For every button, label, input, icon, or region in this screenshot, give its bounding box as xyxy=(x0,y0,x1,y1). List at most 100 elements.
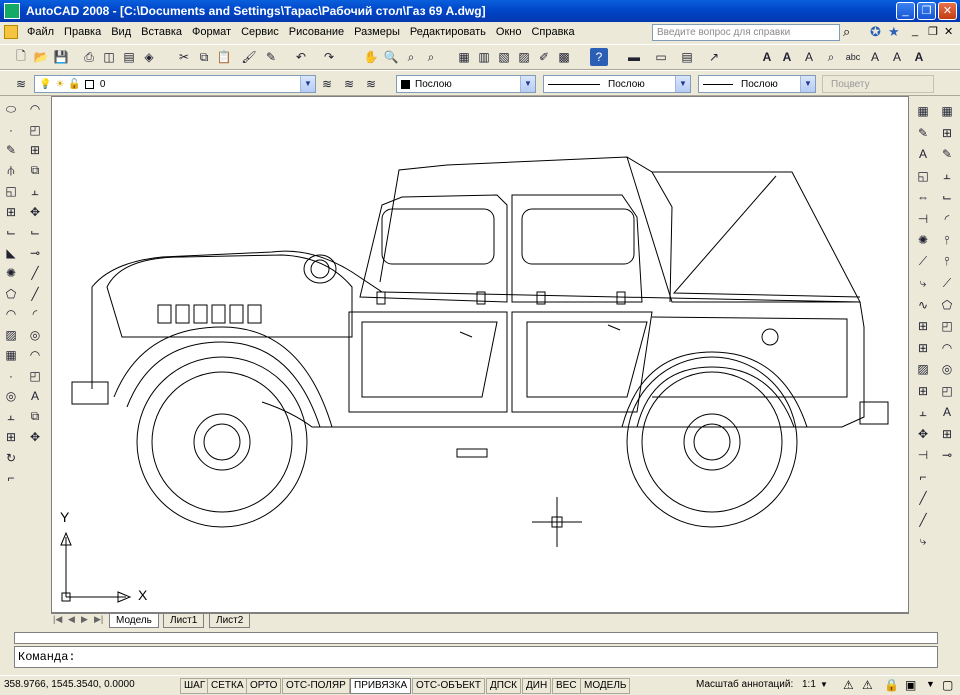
publish-icon[interactable]: ▤ xyxy=(120,48,138,66)
dim-aligned-icon[interactable]: ✎ xyxy=(914,124,932,142)
dim-jogged-icon[interactable]: ⊣ xyxy=(914,210,932,228)
tangent-icon[interactable]: ⬠ xyxy=(938,296,956,314)
table-style-tb-icon[interactable]: ▤ xyxy=(678,48,696,66)
dim-radius-icon[interactable]: ⇔ xyxy=(914,188,932,206)
menu-modify[interactable]: Редактировать xyxy=(405,26,491,38)
coordinates-readout[interactable]: 358.9766, 1545.3540, 0.0000 xyxy=(4,679,135,690)
line-icon[interactable]: ⬭ xyxy=(2,100,20,118)
zoom-realtime-icon[interactable]: 🔍 xyxy=(382,48,400,66)
tool-palettes-icon[interactable]: ▧ xyxy=(495,48,513,66)
dim-update-icon[interactable]: ╱ xyxy=(914,511,932,529)
dim-ordinate-icon[interactable]: ◱ xyxy=(914,167,932,185)
circle-icon[interactable]: ⌙ xyxy=(2,223,20,241)
extension-icon[interactable]: ⫯ xyxy=(938,231,956,249)
dim-style-icon[interactable]: ⤷ xyxy=(914,532,932,550)
chevron-down-icon[interactable]: ▼ xyxy=(300,76,315,92)
lock-icon[interactable]: 🔒 xyxy=(884,678,899,692)
erase-icon[interactable]: ◠ xyxy=(26,100,44,118)
insert-snap-icon[interactable]: ◎ xyxy=(938,360,956,378)
tab-nav-last-icon[interactable]: ▶| xyxy=(94,614,103,625)
open-icon[interactable]: 📂 xyxy=(32,48,50,66)
polyline-icon[interactable]: ✎ xyxy=(2,141,20,159)
tab-layout1[interactable]: Лист1 xyxy=(163,614,205,628)
favorites-icon[interactable]: ★ xyxy=(888,24,900,40)
model-toggle[interactable]: МОДЕЛЬ xyxy=(580,678,631,694)
node-icon[interactable]: ◰ xyxy=(938,382,956,400)
extend-icon[interactable]: ◜ xyxy=(26,305,44,323)
lwt-toggle[interactable]: ВЕС xyxy=(552,678,581,694)
parallel-icon[interactable]: ◠ xyxy=(938,339,956,357)
table-icon[interactable]: ↻ xyxy=(2,449,20,467)
tab-nav-prev-icon[interactable]: ◀ xyxy=(68,614,75,625)
menu-dimension[interactable]: Размеры xyxy=(349,26,405,38)
scale-text-icon[interactable]: A xyxy=(866,48,884,66)
properties-icon[interactable]: ▦ xyxy=(455,48,473,66)
sheet-set-icon[interactable]: ▨ xyxy=(515,48,533,66)
dim-linear-icon[interactable]: ▦ xyxy=(914,102,932,120)
dyn-toggle[interactable]: ДИН xyxy=(522,678,552,694)
spell-check-icon[interactable]: abc xyxy=(844,48,862,66)
text-frame-icon[interactable]: A xyxy=(910,48,928,66)
rectangle-icon[interactable]: ◱ xyxy=(2,182,20,200)
gradient-icon[interactable]: ⫠ xyxy=(2,408,20,426)
stretch-icon[interactable]: ╱ xyxy=(26,264,44,282)
fillet-icon[interactable]: ⧉ xyxy=(26,408,44,426)
center-icon[interactable]: ⫯ xyxy=(938,253,956,271)
minimize-button[interactable]: _ xyxy=(896,2,915,20)
paste-icon[interactable]: 📋 xyxy=(215,48,233,66)
tab-layout2[interactable]: Лист2 xyxy=(209,614,251,628)
pan-icon[interactable]: ✋ xyxy=(362,48,380,66)
ortho-toggle[interactable]: ОРТО xyxy=(246,678,282,694)
dim-edit-icon[interactable]: ⌐ xyxy=(914,468,932,486)
text-edit-tb-icon[interactable]: A xyxy=(778,48,796,66)
hatch-icon[interactable]: ◎ xyxy=(2,387,20,405)
midpoint-icon[interactable]: ⫠ xyxy=(938,167,956,185)
plot-icon[interactable]: ⎙ xyxy=(80,48,98,66)
tab-model[interactable]: Модель xyxy=(109,614,159,628)
apparent-intersection-icon[interactable]: ◜ xyxy=(938,210,956,228)
quickcalc-icon[interactable]: ▩ xyxy=(555,48,573,66)
zoom-previous-icon[interactable]: ⌕ xyxy=(422,48,440,66)
polygon-icon[interactable]: ⫛ xyxy=(2,162,20,180)
block-editor-icon[interactable]: ✎ xyxy=(262,48,280,66)
tray-settings-icon[interactable]: ▣ xyxy=(905,678,916,692)
ellipse-arc-icon[interactable]: ◠ xyxy=(2,305,20,323)
close-button[interactable]: ✕ xyxy=(938,2,957,20)
justify-text-icon[interactable]: A xyxy=(888,48,906,66)
text-tb-icon[interactable]: A xyxy=(758,48,776,66)
mtext-icon[interactable]: ⌐ xyxy=(2,469,20,487)
menu-file[interactable]: Файл xyxy=(22,26,59,38)
dim-style-tb-icon[interactable]: ▬ xyxy=(625,48,643,66)
insert-block-icon[interactable]: ▨ xyxy=(2,326,20,344)
qnew-icon[interactable]: 🗋 xyxy=(12,48,30,66)
tab-nav-first-icon[interactable]: |◀ xyxy=(53,614,62,625)
auto-scale-icon[interactable]: ⚠ xyxy=(862,678,873,692)
revcloud-icon[interactable]: ◣ xyxy=(2,244,20,262)
dim-continue-icon[interactable]: ⊞ xyxy=(914,317,932,335)
plot-preview-icon[interactable]: ◫ xyxy=(100,48,118,66)
lineweight-combo[interactable]: Послою ▼ xyxy=(698,75,816,93)
trim-icon[interactable]: ╱ xyxy=(26,285,44,303)
cut-icon[interactable]: ✂ xyxy=(175,48,193,66)
endpoint-icon[interactable]: ✎ xyxy=(938,145,956,163)
status-menu-icon[interactable]: ▼ xyxy=(926,679,935,689)
layer-thaw-icon[interactable]: ☀ xyxy=(55,79,64,90)
menu-view[interactable]: Вид xyxy=(106,26,136,38)
doc-close-button[interactable]: ✕ xyxy=(944,25,953,38)
make-block-icon[interactable]: ▦ xyxy=(2,346,20,364)
perpendicular-icon[interactable]: ◰ xyxy=(938,317,956,335)
3d-dwf-icon[interactable]: ◈ xyxy=(140,48,158,66)
chevron-down-icon[interactable]: ▼ xyxy=(800,76,815,92)
osnap-toggle[interactable]: ПРИВЯЗКА xyxy=(350,678,412,694)
explode-icon[interactable]: ✥ xyxy=(26,428,44,446)
dim-angular-icon[interactable]: ⟋ xyxy=(914,253,932,271)
annotation-visibility-icon[interactable]: ⚠ xyxy=(843,678,854,692)
maximize-button[interactable]: ❐ xyxy=(917,2,936,20)
linetype-combo[interactable]: Послою ▼ xyxy=(543,75,691,93)
join-icon[interactable]: ◰ xyxy=(26,367,44,385)
layer-properties-icon[interactable]: ≋ xyxy=(12,75,30,93)
undo-icon[interactable]: ↶ xyxy=(292,48,310,66)
mleader-style-tb-icon[interactable]: ↗ xyxy=(705,48,723,66)
tab-nav-next-icon[interactable]: ▶ xyxy=(81,614,88,625)
offset-icon[interactable]: ⧉ xyxy=(26,162,44,180)
